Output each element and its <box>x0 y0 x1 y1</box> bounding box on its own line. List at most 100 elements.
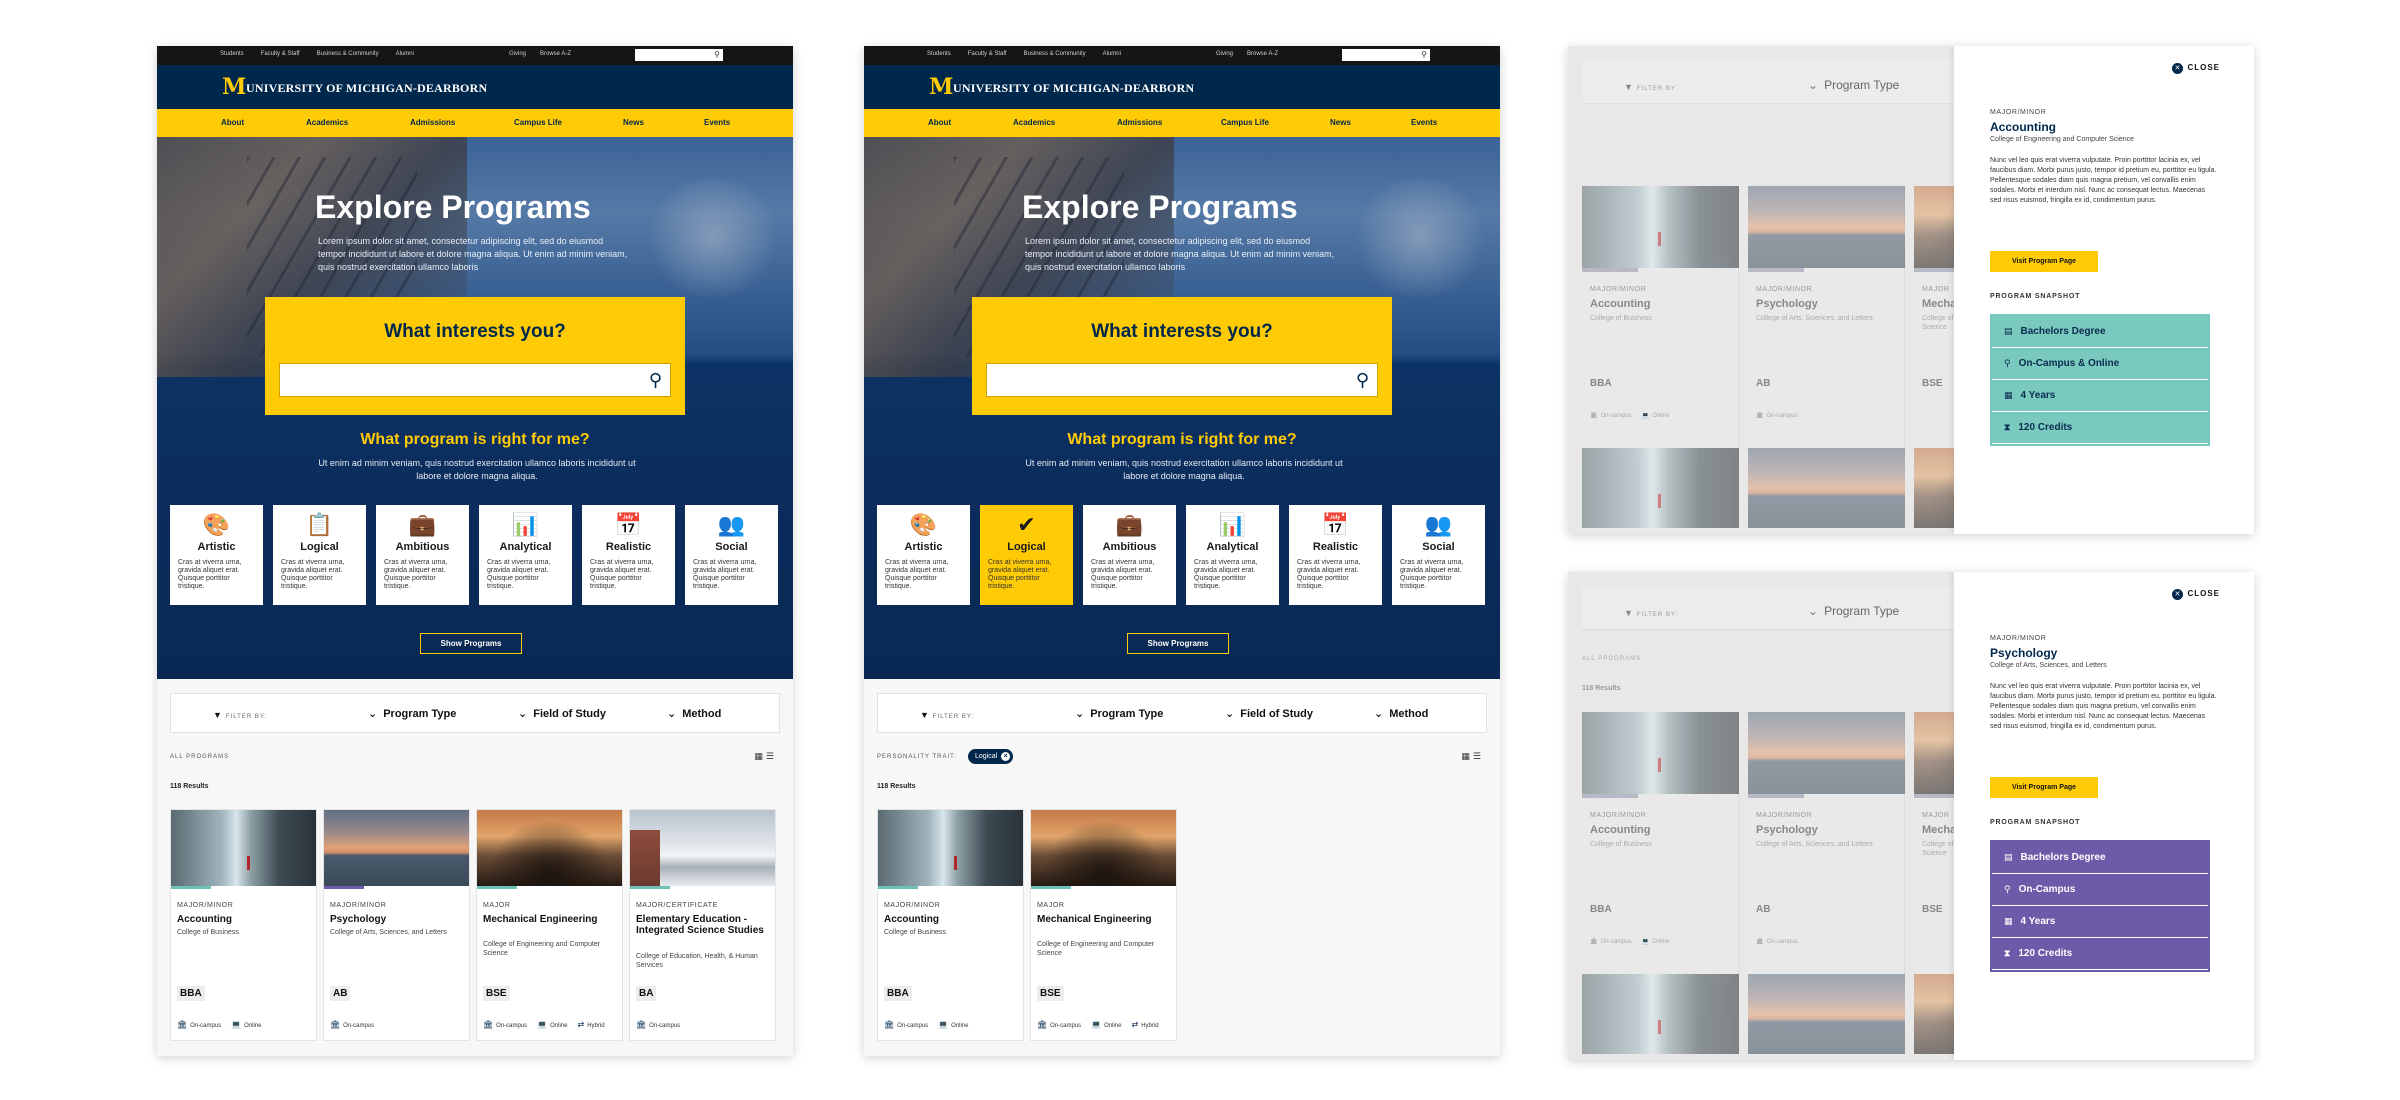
hero: Explore Programs Lorem ipsum dolor sit a… <box>864 137 1500 679</box>
building-icon: 🏛 <box>636 1020 647 1029</box>
filter-program-type[interactable]: ⌄ Program Type <box>368 707 456 720</box>
utility-link[interactable]: Business & Community <box>317 51 379 57</box>
grid-view-icon: ▦ <box>754 751 766 761</box>
trait-card-realistic[interactable]: 📅 Realistic Cras at viverra urna, gravida … <box>582 505 675 605</box>
program-card-mechanical-engineering[interactable]: MAJOR Mechanical Engineering College of … <box>1914 712 1954 984</box>
chevron-down-icon: ⌄ <box>1374 708 1384 720</box>
nav-item[interactable]: Campus Life <box>1221 118 1269 127</box>
question-text: Ut enim ad minim veniam, quis nostrud ex… <box>1025 458 1343 481</box>
university-name[interactable]: UNIVERSITY OF MICHIGAN-DEARBORN <box>953 81 1194 96</box>
program-card-psychology[interactable]: MAJOR/MINOR Psychology College of Arts, … <box>1748 186 1905 458</box>
utility-link[interactable]: Browse A-Z <box>1247 51 1278 57</box>
utility-link[interactable]: Faculty & Staff <box>968 51 1007 57</box>
program-card-elementary-education[interactable]: MAJOR/CERTIFICATE Elementary Education -… <box>629 809 776 1041</box>
trait-card-social[interactable]: 👥 Social Cras at viverra urna, gravida ali… <box>1392 505 1485 605</box>
program-card-accounting[interactable]: MAJOR/MINOR Accounting College of Busine… <box>1582 186 1739 458</box>
nav-item[interactable]: Admissions <box>1117 118 1162 127</box>
trait-card-ambitious[interactable]: 💼 Ambitious Cras at viverra urna, gravida … <box>1083 505 1176 605</box>
interest-search-input[interactable]: ⚲ <box>986 363 1378 397</box>
trait-card-social[interactable]: 👥 Social Cras at viverra urna, gravida ali… <box>685 505 778 605</box>
laptop-icon: 💻 <box>1641 939 1650 945</box>
search-icon[interactable]: ⚲ <box>714 50 720 60</box>
trait-cards: 🎨 Artistic Cras at viverra urna, gravida a… <box>170 505 780 605</box>
nav-item[interactable]: Academics <box>306 118 348 127</box>
utility-link[interactable]: Alumni <box>1103 51 1121 57</box>
filter-field-of-study[interactable]: ⌄ Field of Study <box>518 707 606 720</box>
filter-field-of-study[interactable]: ⌄ Field of Study <box>1225 707 1313 720</box>
search-icon[interactable]: ⚲ <box>1356 369 1369 391</box>
block-m-logo[interactable]: M <box>222 76 246 98</box>
visit-program-button[interactable]: Visit Program Page <box>1990 251 2098 272</box>
list-view-icon: ☰ <box>1472 751 1484 761</box>
filter-method[interactable]: ⌄ Method <box>1374 707 1428 720</box>
filter-program-type[interactable]: ⌄ Program Type <box>1808 604 1899 618</box>
trait-card-artistic[interactable]: 🎨 Artistic Cras at viverra urna, gravida a… <box>877 505 970 605</box>
university-name[interactable]: UNIVERSITY OF MICHIGAN-DEARBORN <box>246 81 487 96</box>
block-m-logo[interactable]: M <box>929 76 953 98</box>
trait-card-logical-selected[interactable]: ✔ Logical Cras at viverra urna, gravida al… <box>980 505 1073 605</box>
filter-method[interactable]: ⌄ Method <box>667 707 721 720</box>
diploma-icon: ▤ <box>2004 326 2013 336</box>
interest-search-input[interactable]: ⚲ <box>279 363 671 397</box>
main-nav: About Academics Admissions Campus Life N… <box>157 109 793 137</box>
close-button[interactable]: ✕ CLOSE <box>2172 589 2220 600</box>
trait-card-ambitious[interactable]: 💼 Ambitious Cras at viverra urna, gravida … <box>376 505 469 605</box>
search-icon[interactable]: ⚲ <box>649 369 662 391</box>
site-search-input[interactable]: ⚲ <box>1342 49 1430 61</box>
utility-link[interactable]: Giving <box>509 51 526 57</box>
nav-item[interactable]: Events <box>704 118 730 127</box>
view-toggle[interactable]: ▦☰ <box>1461 751 1484 762</box>
people-icon: 👥 <box>717 512 746 537</box>
filter-bar: ▼ FILTER BY: ⌄ Program Type ⌄ Field of Stud… <box>170 693 780 733</box>
show-programs-button[interactable]: Show Programs <box>1127 633 1229 654</box>
nav-item[interactable]: Admissions <box>410 118 455 127</box>
utility-link[interactable]: Business & Community <box>1024 51 1086 57</box>
show-programs-button[interactable]: Show Programs <box>420 633 522 654</box>
program-card-accounting[interactable]: MAJOR/MINOR Accounting College of Busine… <box>170 809 317 1041</box>
hero: Explore Programs Lorem ipsum dolor sit a… <box>157 137 793 679</box>
nav-item[interactable]: Events <box>1411 118 1437 127</box>
program-card-psychology[interactable]: MAJOR/MINOR Psychology College of Arts, … <box>1748 712 1905 984</box>
nav-item[interactable]: About <box>928 118 951 127</box>
utility-link[interactable]: Faculty & Staff <box>261 51 300 57</box>
site-search-input[interactable]: ⚲ <box>635 49 723 61</box>
program-card-accounting[interactable]: MAJOR/MINOR Accounting College of Busine… <box>877 809 1024 1041</box>
utility-link[interactable]: Students <box>927 51 951 57</box>
program-card-mechanical-engineering[interactable]: MAJOR Mechanical Engineering College of … <box>476 809 623 1041</box>
building-icon: 🏛 <box>1037 1020 1048 1029</box>
nav-item[interactable]: Campus Life <box>514 118 562 127</box>
trait-card-analytical[interactable]: 📊 Analytical Cras at viverra urna, gravida… <box>1186 505 1279 605</box>
laptop-icon: 💻 <box>1641 413 1650 419</box>
program-card-accounting[interactable]: MAJOR/MINOR Accounting College of Busine… <box>1582 712 1739 984</box>
view-toggle[interactable]: ▦☰ <box>754 751 777 762</box>
search-icon[interactable]: ⚲ <box>1421 50 1427 60</box>
nav-item[interactable]: News <box>1330 118 1351 127</box>
trait-card-logical[interactable]: 📋 Logical Cras at viverra urna, gravida al… <box>273 505 366 605</box>
filter-program-type[interactable]: ⌄ Program Type <box>1075 707 1163 720</box>
visit-program-button[interactable]: Visit Program Page <box>1990 777 2098 798</box>
program-card-psychology[interactable]: MAJOR/MINOR Psychology College of Arts, … <box>323 809 470 1041</box>
active-filter-chip[interactable]: Logical × <box>968 749 1014 764</box>
program-card-mechanical-engineering[interactable]: MAJOR Mechanical Engineering College of … <box>1914 186 1954 458</box>
trait-card-analytical[interactable]: 📊 Analytical Cras at viverra urna, gravida… <box>479 505 572 605</box>
program-title: Psychology <box>330 914 387 925</box>
calendar-icon: ▦ <box>2004 916 2013 926</box>
personality-trait-label: PERSONALITY TRAIT: <box>877 754 957 760</box>
close-icon[interactable]: × <box>1001 752 1011 761</box>
filter-program-type[interactable]: ⌄ Program Type <box>1808 78 1899 92</box>
funnel-icon: ▼ <box>1624 608 1634 618</box>
utility-link[interactable]: Browse A-Z <box>540 51 571 57</box>
trait-card-realistic[interactable]: 📅 Realistic Cras at viverra urna, gravida … <box>1289 505 1382 605</box>
program-card-mechanical-engineering[interactable]: MAJOR Mechanical Engineering College of … <box>1030 809 1177 1041</box>
utility-link[interactable]: Alumni <box>396 51 414 57</box>
program-image <box>1031 810 1176 886</box>
brand-bar: M UNIVERSITY OF MICHIGAN-DEARBORN <box>157 65 793 109</box>
utility-link[interactable]: Giving <box>1216 51 1233 57</box>
nav-item[interactable]: About <box>221 118 244 127</box>
utility-link[interactable]: Students <box>220 51 244 57</box>
program-snapshot: ▤ Bachelors Degree ⚲ On-Campus ▦ 4 Years ⧗ 1… <box>1990 840 2210 972</box>
nav-item[interactable]: Academics <box>1013 118 1055 127</box>
nav-item[interactable]: News <box>623 118 644 127</box>
trait-card-artistic[interactable]: 🎨 Artistic Cras at viverra urna, gravida a… <box>170 505 263 605</box>
close-button[interactable]: ✕ CLOSE <box>2172 63 2220 74</box>
